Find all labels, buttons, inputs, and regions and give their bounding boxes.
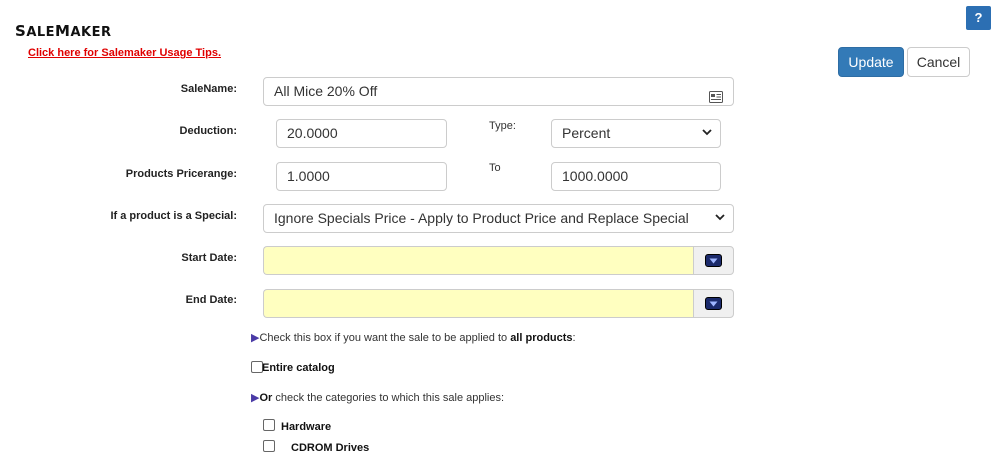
sale-name-label: SaleName: [180, 83, 237, 95]
category-label-cdrom-drives: CDROM Drives [291, 442, 370, 454]
start-date-picker-button[interactable] [693, 246, 734, 275]
calendar-dropdown-icon [705, 254, 722, 267]
pricerange-to-input[interactable]: 1000.0000 [551, 162, 721, 191]
type-label: Type: [489, 120, 516, 132]
category-checkbox-cdrom-drives[interactable] [263, 440, 275, 452]
special-label: If a product is a Special: [110, 210, 237, 222]
usage-tips-link[interactable]: Click here for Salemaker Usage Tips. [28, 47, 221, 59]
end-date-label: End Date: [185, 294, 237, 306]
deduction-input[interactable]: 20.0000 [276, 119, 447, 148]
category-label-hardware: Hardware [281, 421, 332, 433]
cancel-button[interactable]: Cancel [907, 47, 970, 77]
start-date-input[interactable] [263, 246, 693, 275]
calendar-dropdown-icon [705, 297, 722, 310]
end-date-picker-button[interactable] [693, 289, 734, 318]
type-select[interactable]: Percent [551, 119, 721, 148]
deduction-label: Deduction: [179, 125, 237, 137]
help-button[interactable]: ? [966, 6, 991, 30]
type-selected-value: Percent [562, 125, 611, 141]
sale-name-input[interactable]: All Mice 20% Off [263, 77, 734, 106]
sale-name-value: All Mice 20% Off [274, 83, 378, 99]
page-title: SALEMAKER [15, 22, 112, 40]
chevron-down-icon [715, 205, 725, 232]
update-button[interactable]: Update [838, 47, 904, 77]
pricerange-to-label: To [489, 162, 501, 174]
chevron-down-icon [702, 120, 712, 147]
card-icon [709, 85, 723, 105]
pricerange-label: Products Pricerange: [125, 168, 237, 180]
start-date-label: Start Date: [181, 252, 237, 264]
category-checkbox-hardware[interactable] [263, 419, 275, 431]
all-products-note: ▶Check this box if you want the sale to … [251, 332, 576, 344]
special-select[interactable]: Ignore Specials Price - Apply to Product… [263, 204, 734, 233]
entire-catalog-label: Entire catalog [262, 362, 335, 374]
categories-note: ▶Or check the categories to which this s… [251, 392, 505, 404]
end-date-input[interactable] [263, 289, 693, 318]
pricerange-from-input[interactable]: 1.0000 [276, 162, 447, 191]
special-selected-value: Ignore Specials Price - Apply to Product… [274, 210, 689, 226]
